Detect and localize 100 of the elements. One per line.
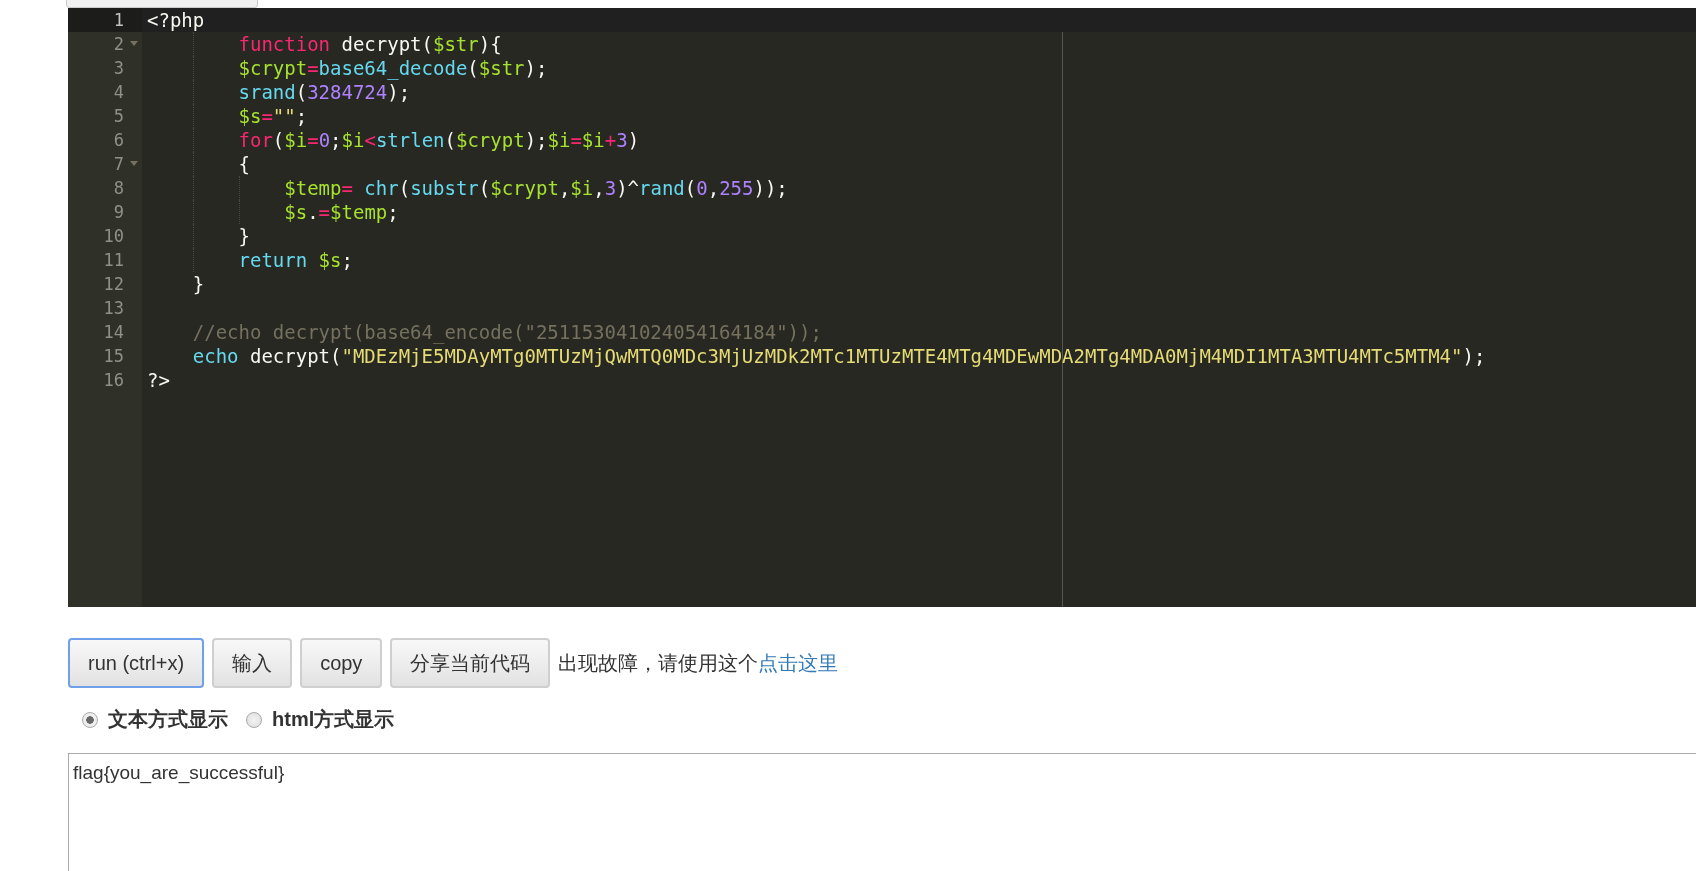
code-text: ( — [467, 57, 479, 79]
code-number: 3 — [604, 177, 617, 199]
code-variable: $i — [341, 129, 365, 151]
code-function: rand — [639, 177, 685, 199]
code-text: ( — [398, 177, 411, 199]
code-text: ( — [684, 177, 697, 199]
line-number: 15 — [103, 346, 124, 366]
line-number: 11 — [103, 250, 124, 270]
code-number: 0 — [318, 129, 331, 151]
line-number: 16 — [103, 370, 124, 390]
code-function: substr — [410, 177, 479, 199]
code-text: )); — [753, 177, 788, 199]
line-number: 10 — [103, 226, 124, 246]
toolbar-button[interactable]: run (ctrl+x) — [68, 638, 205, 688]
code-function: strlen — [375, 129, 445, 151]
fold-caret-icon[interactable] — [130, 41, 138, 46]
code-text: decrypt( — [248, 345, 342, 367]
radio-label: html方式显示 — [272, 707, 395, 732]
code-string: "MDEzMjE5MDAyMTg0MTUzMjQwMTQ0MDc3MjUzMDk2MTc1MTUzMTE4MTg4MDEwMDA2MTg4MDA0MjM4MDI1MTA3MTU4MTc5MTM4" — [341, 345, 1463, 367]
code-operator: = — [307, 129, 319, 151]
code-variable: $crypt — [456, 129, 525, 151]
code-text: ); — [387, 81, 411, 103]
code-operator: = — [341, 177, 354, 199]
code-text: ); — [524, 57, 548, 79]
code-keyword: function — [237, 33, 331, 55]
radio-button[interactable] — [82, 711, 98, 728]
code-number: 3284724 — [307, 81, 388, 103]
code-number: 3 — [616, 129, 628, 151]
code-editor[interactable] — [68, 8, 1696, 607]
code-text: ; — [330, 129, 342, 151]
code-text: decrypt( — [340, 33, 433, 55]
line-number: 7 — [113, 154, 124, 174]
line-number: 9 — [113, 202, 124, 222]
code-text: . — [307, 201, 319, 223]
line-number: 4 — [113, 82, 124, 102]
code-text: , — [593, 177, 605, 199]
code-operator: < — [364, 129, 376, 151]
code-variable: $i — [284, 129, 308, 151]
code-number: 0 — [696, 177, 708, 199]
line-number: 12 — [103, 274, 124, 294]
toolbar-button[interactable]: copy — [300, 638, 383, 688]
code-variable: $str — [478, 57, 525, 79]
code-text: ) — [627, 129, 640, 151]
radio-label: 文本方式显示 — [108, 707, 228, 732]
code-text: ( — [478, 177, 491, 199]
code-operator: = — [570, 129, 582, 151]
line-number: 3 — [113, 58, 124, 78]
code-text: ){ — [478, 33, 502, 55]
toolbar-button[interactable]: 输入 — [212, 638, 293, 688]
code-text: ; — [341, 249, 353, 271]
code-text: { — [237, 153, 250, 175]
click-here-link[interactable]: 点击这里 — [758, 651, 839, 674]
line-number: 13 — [103, 298, 124, 318]
line-number: 1 — [113, 10, 124, 30]
code-operator: = — [318, 201, 331, 223]
code-text: , — [558, 177, 571, 199]
code-text: ); — [524, 129, 548, 151]
output-box[interactable]: flag{you_are_successful} — [68, 753, 1696, 871]
code-text: ( — [444, 129, 456, 151]
code-text: } — [237, 225, 250, 247]
code-text: ; — [295, 105, 308, 127]
line-number: 14 — [103, 322, 124, 342]
code-variable: $s — [283, 201, 308, 223]
code-function: return — [237, 249, 308, 271]
line-number: 5 — [113, 106, 124, 126]
code-operator: = — [261, 105, 273, 127]
code-text: ?> — [147, 369, 170, 391]
code-function: echo — [191, 345, 239, 367]
radio-button[interactable] — [246, 711, 262, 728]
code-text: ); — [1462, 345, 1486, 367]
code-variable: $temp — [283, 177, 342, 199]
code-variable: $crypt — [490, 177, 559, 199]
code-comment: //echo decrypt(base64_encode("251153041024054164184")); — [191, 321, 822, 343]
code-operator: = — [307, 57, 319, 79]
code-variable: $crypt — [237, 57, 308, 79]
code-text: , — [707, 177, 720, 199]
code-variable: $str — [433, 33, 479, 55]
code-variable: $temp — [330, 201, 388, 223]
fold-caret-icon[interactable] — [130, 161, 138, 166]
code-text: } — [191, 273, 205, 295]
code-variable: $s — [237, 105, 262, 127]
code-number: 255 — [719, 177, 754, 199]
code-operator: + — [604, 129, 617, 151]
code-text: ; — [387, 201, 399, 223]
code-function: chr — [364, 177, 399, 199]
notice-text: 出现故障，请使用这个 — [558, 650, 759, 676]
code-text: ( — [272, 129, 285, 151]
code-variable: $i — [570, 177, 594, 199]
toolbar-button[interactable]: 分享当前代码 — [390, 638, 551, 688]
code-string: "" — [272, 105, 296, 127]
code-function: base64_decode — [318, 57, 468, 79]
code-variable: $s — [317, 249, 342, 271]
code-variable: $i — [581, 129, 605, 151]
code-keyword: for — [237, 129, 273, 151]
code-text: )^ — [616, 177, 639, 199]
code-variable: $i — [547, 129, 571, 151]
line-number: 8 — [113, 178, 124, 198]
code-text: ( — [295, 81, 308, 103]
code-function: srand — [237, 81, 296, 103]
code-text: <?php — [147, 9, 205, 31]
